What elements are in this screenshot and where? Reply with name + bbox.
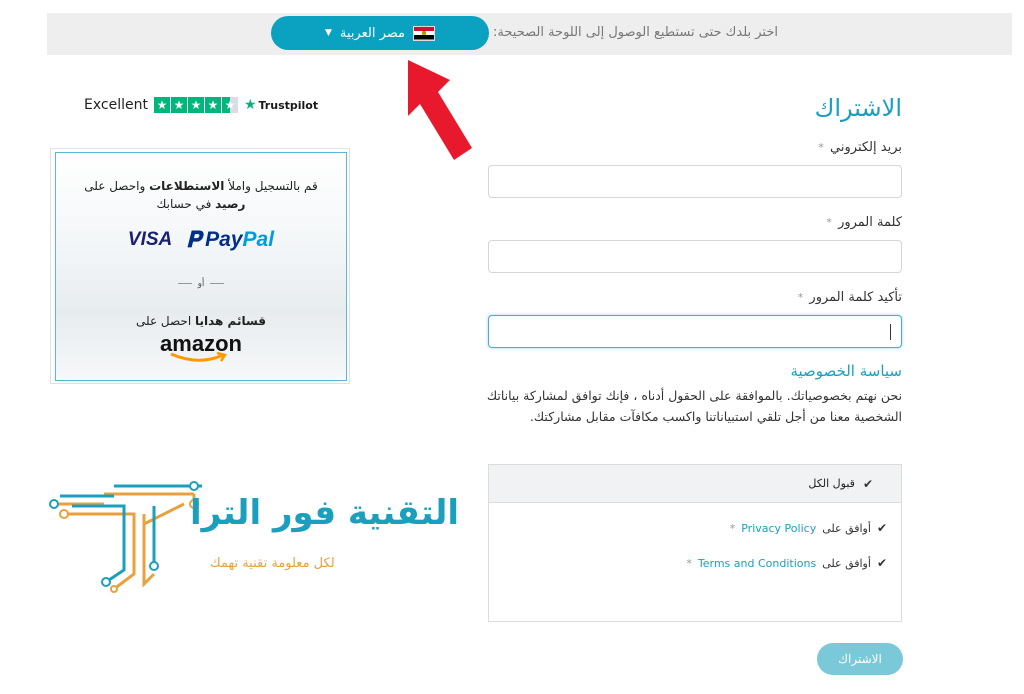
ad-or-divider: أو	[56, 279, 346, 289]
accept-all-label: قبول الكل	[808, 477, 855, 490]
country-prompt: اختر بلدك حتى تستطيع الوصول إلى اللوحة ا…	[493, 25, 778, 40]
trustpilot-rating[interactable]: Excellent ★ ★ ★ ★ ★ ★ Trustpilot	[84, 97, 318, 113]
star-rating: ★ ★ ★ ★ ★	[153, 97, 238, 113]
text-cursor	[890, 324, 891, 340]
amazon-smile-icon	[170, 352, 228, 362]
ad-line-1: قم بالتسجيل واملأ الاستطلاعات واحصل على	[84, 179, 318, 193]
paypal-icon: 𝐏	[186, 227, 202, 252]
chevron-down-icon: ▼	[325, 28, 332, 38]
trustpilot-brand: Trustpilot	[258, 98, 319, 112]
star-icon: ★	[204, 97, 221, 113]
star-icon: ★	[153, 97, 170, 113]
password-label: كلمة المرور *	[826, 215, 902, 230]
confirm-password-label: تأكيد كلمة المرور *	[797, 290, 902, 305]
checkbox-checked-icon[interactable]: ✔	[877, 556, 887, 570]
privacy-title: سياسة الخصوصية	[790, 362, 902, 380]
email-label: بريد إلكتروني *	[818, 140, 902, 155]
checkbox-checked-icon[interactable]: ✔	[877, 521, 887, 535]
ad-line-3: قسائم هدايا احصل على	[135, 314, 267, 328]
red-arrow-icon	[408, 60, 472, 160]
trustpilot-logo: ★ Trustpilot	[244, 97, 318, 113]
star-icon: ★	[170, 97, 187, 113]
privacy-consent-row[interactable]: ✔ أوافق على Privacy Policy *	[730, 521, 887, 535]
terms-consent-row[interactable]: ✔ أوافق على Terms and Conditions *	[686, 556, 887, 570]
selected-country: مصر العربية	[339, 25, 405, 41]
trustpilot-star-icon: ★	[243, 97, 257, 113]
site-logo-subtitle: لكل معلومة تقنية تهمك	[210, 556, 335, 571]
country-select[interactable]: ▼ مصر العربية	[271, 16, 489, 50]
paypal-logo: 𝐏 PayPal	[186, 227, 275, 252]
accept-all-row[interactable]: ✔ قبول الكل	[489, 465, 901, 503]
half-star-icon: ★	[221, 97, 238, 113]
privacy-text: نحن نهتم بخصوصياتك. بالموافقة على الحقول…	[486, 388, 902, 424]
consent-box: ✔ قبول الكل ✔ أوافق على Privacy Policy *…	[488, 464, 902, 622]
privacy-policy-link[interactable]: Privacy Policy	[741, 522, 816, 535]
site-logo-title: التقنية فور الترا	[190, 493, 460, 533]
visa-logo: VISA	[127, 229, 173, 250]
checkbox-checked-icon[interactable]: ✔	[863, 477, 873, 491]
egypt-flag-icon	[413, 25, 435, 41]
rewards-ad-banner[interactable]: قم بالتسجيل واملأ الاستطلاعات واحصل على …	[50, 148, 350, 384]
submit-button[interactable]: الاشتراك	[817, 643, 903, 675]
star-icon: ★	[187, 97, 204, 113]
email-field[interactable]	[488, 165, 902, 198]
rating-text: Excellent	[84, 97, 148, 113]
confirm-password-field[interactable]	[488, 315, 902, 348]
payment-logos: VISA 𝐏 PayPal	[56, 227, 346, 253]
country-bar: اختر بلدك حتى تستطيع الوصول إلى اللوحة ا…	[47, 13, 1012, 55]
password-field[interactable]	[488, 240, 902, 273]
ad-panel: قم بالتسجيل واملأ الاستطلاعات واحصل على …	[55, 152, 347, 381]
terms-link[interactable]: Terms and Conditions	[698, 557, 816, 570]
ad-line-2: رصيد في حسابك	[156, 197, 246, 211]
site-logo-icon	[49, 481, 202, 593]
page-title: الاشتراك	[814, 94, 902, 122]
